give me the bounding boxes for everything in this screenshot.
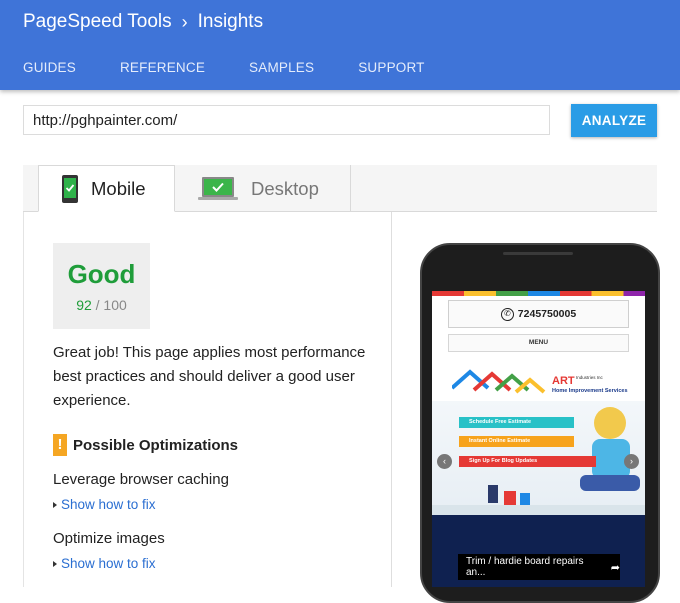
chevron-right-icon: › <box>181 11 188 32</box>
color-stripe <box>432 291 645 296</box>
rule-optimize-images: Optimize images <box>53 530 165 547</box>
carousel-prev-icon: ‹ <box>437 454 452 469</box>
caption-text: Trim / hardie board repairs an... <box>466 556 584 578</box>
optimizations-title: Possible Optimizations <box>73 436 239 454</box>
show-fix-label: Show how to fix <box>61 497 156 512</box>
optimizations-heading: ! Possible Optimizations <box>53 434 238 456</box>
panel-left-border <box>23 212 24 587</box>
preview-menu: MENU <box>448 334 629 352</box>
score-value-line: 92 / 100 <box>53 297 150 313</box>
phone-icon: ✆ <box>500 307 514 321</box>
mobile-phone-icon <box>62 174 78 203</box>
tab-desktop[interactable]: Desktop <box>175 165 351 212</box>
carousel-next-icon: › <box>624 454 639 469</box>
video-caption: Trim / hardie board repairs an... ➦ <box>458 554 620 580</box>
tab-desktop-label: Desktop <box>251 177 319 199</box>
nav-guides[interactable]: GUIDES <box>23 60 76 75</box>
cta-blog-updates: Sign Up For Blog Updates <box>459 456 596 467</box>
nav-support[interactable]: SUPPORT <box>358 60 424 75</box>
breadcrumb-product[interactable]: PageSpeed Tools <box>23 11 172 33</box>
breadcrumb-page[interactable]: Insights <box>198 11 263 33</box>
preview-phone-box: ✆ 7245750005 <box>448 300 629 328</box>
score-card: Good 92 / 100 <box>53 243 150 329</box>
summary-text: Great job! This page applies most perfor… <box>53 344 366 409</box>
expand-triangle-icon <box>53 501 57 508</box>
show-fix-link-caching[interactable]: Show how to fix <box>53 497 156 512</box>
score-max: / 100 <box>95 297 127 313</box>
svg-text:ART: ART <box>552 375 575 387</box>
top-nav: GUIDES REFERENCE SAMPLES SUPPORT <box>23 60 469 75</box>
laptop-icon <box>198 176 238 200</box>
breadcrumb: PageSpeed Tools › Insights <box>23 11 263 33</box>
show-fix-link-images[interactable]: Show how to fix <box>53 556 156 571</box>
phone-speaker <box>503 252 573 255</box>
tab-mobile[interactable]: Mobile <box>38 165 175 212</box>
tab-mobile-label: Mobile <box>91 177 146 199</box>
svg-text:Industries Inc: Industries Inc <box>576 375 604 380</box>
analyze-button[interactable]: ANALYZE <box>571 104 657 137</box>
device-tab-bar: Mobile Desktop <box>23 165 657 212</box>
nav-samples[interactable]: SAMPLES <box>249 60 314 75</box>
nav-reference[interactable]: REFERENCE <box>120 60 205 75</box>
cta-online-estimate: Instant Online Estimate <box>459 436 574 447</box>
preview-phone-number: 7245750005 <box>517 308 577 320</box>
expand-triangle-icon <box>53 560 57 567</box>
rule-browser-caching: Leverage browser caching <box>53 471 229 488</box>
preview-logo: ART Industries Inc Home Improvement Serv… <box>450 364 632 398</box>
cta-free-estimate: Schedule Free Estimate <box>459 417 574 428</box>
panel-divider <box>391 212 392 587</box>
url-input[interactable] <box>23 105 550 135</box>
top-header: PageSpeed Tools › Insights GUIDES REFERE… <box>0 0 680 90</box>
share-arrow-icon: ➦ <box>610 561 620 574</box>
svg-text:Home Improvement Services: Home Improvement Services <box>552 388 628 394</box>
show-fix-label: Show how to fix <box>61 556 156 571</box>
mobile-preview-screen: ✆ 7245750005 MENU ART Industries Inc Hom… <box>432 291 645 587</box>
score-verdict: Good <box>67 259 136 289</box>
score-value: 92 <box>76 297 92 313</box>
warning-icon: ! <box>53 434 67 456</box>
house-logo-icon: ART Industries Inc Home Improvement Serv… <box>450 369 628 394</box>
